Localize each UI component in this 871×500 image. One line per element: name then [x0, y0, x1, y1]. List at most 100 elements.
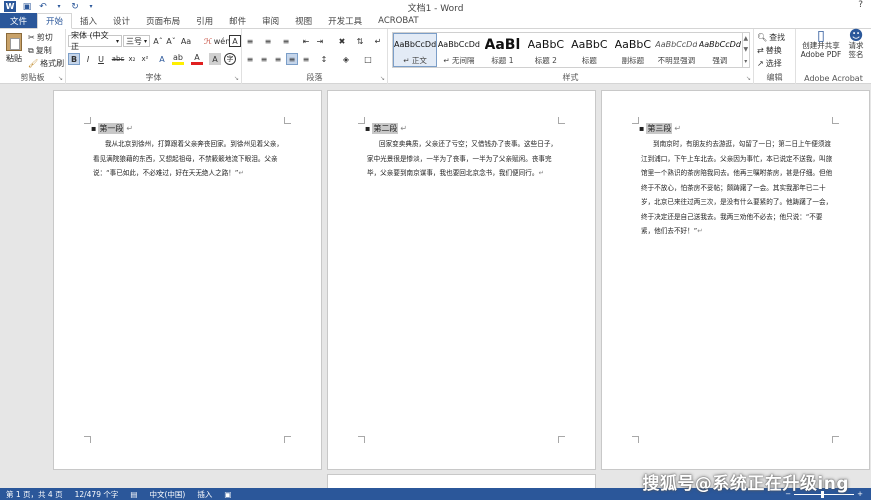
align-right-icon[interactable]: ≡	[272, 53, 284, 65]
page-count[interactable]: 第 1 页，共 4 页	[0, 489, 69, 500]
tab-page-layout[interactable]: 页面布局	[138, 13, 188, 28]
font-color-icon[interactable]: A	[191, 53, 203, 65]
borders-icon[interactable]: □	[362, 53, 374, 65]
word-app-icon[interactable]: W	[4, 1, 16, 12]
style-heading-1[interactable]: AaBl 标题 1	[481, 33, 524, 67]
subscript-icon[interactable]: x₂	[126, 53, 138, 65]
paragraph-heading[interactable]: ▪ 第一段 ↵	[91, 123, 133, 134]
redo-icon[interactable]: ↻	[70, 2, 80, 12]
enclose-characters-icon[interactable]: 字	[224, 53, 236, 65]
grow-font-icon[interactable]: Aˆ	[152, 35, 164, 47]
scroll-up-icon[interactable]: ▲	[743, 35, 748, 42]
clipboard-launcher-icon[interactable]: ↘	[58, 75, 63, 82]
paragraph-mark-icon: ↵	[697, 227, 703, 235]
cut-button[interactable]: ✂ 剪切	[28, 32, 53, 43]
save-icon[interactable]: ▣	[22, 2, 32, 12]
style-no-spacing[interactable]: AaBbCcDd ↵ 无间隔	[437, 33, 480, 67]
superscript-icon[interactable]: x²	[139, 53, 151, 65]
numbering-icon[interactable]: ≡	[262, 35, 274, 47]
font-name-select[interactable]: 宋体 (中文正 ▾	[68, 31, 122, 51]
margin-mark	[558, 436, 565, 443]
page-3[interactable]: ▪ 第三段 ↵ 到南京时，有朋友约去游逛，勾留了一日；第二日上午便须渡江到浦口，…	[601, 90, 870, 470]
document-area[interactable]: ▪ 第一段 ↵ 我从北京到徐州，打算跟着父亲奔丧回家。到徐州见着父亲，看见满院狼…	[0, 84, 871, 488]
page-2[interactable]: ▪ 第二段 ↵ 回家变卖典质，父亲还了亏空；又借钱办了丧事。这些日子，家中光景很…	[327, 90, 596, 470]
strikethrough-icon[interactable]: abc	[112, 53, 125, 65]
decrease-indent-icon[interactable]: ⇤	[300, 35, 312, 47]
paste-button[interactable]: 粘贴	[3, 31, 25, 69]
paragraph-body[interactable]: 我从北京到徐州，打算跟着父亲奔丧回家。到徐州见着父亲，看见满院狼藉的东西，又想起…	[93, 137, 287, 181]
highlight-color-icon[interactable]: ab	[172, 53, 184, 65]
undo-icon[interactable]: ↶	[38, 2, 48, 12]
paragraph-launcher-icon[interactable]: ↘	[380, 75, 385, 82]
justify-icon[interactable]: ≡	[286, 53, 298, 65]
style-emphasis[interactable]: AaBbCcDd 强调	[698, 33, 741, 67]
align-center-icon[interactable]: ≡	[258, 53, 270, 65]
tab-design[interactable]: 设计	[105, 13, 138, 28]
style-title[interactable]: AaBbC 标题	[568, 33, 611, 67]
undo-dropdown-icon[interactable]: ▾	[54, 2, 64, 12]
tab-developer[interactable]: 开发工具	[320, 13, 370, 28]
help-button[interactable]: ?	[858, 0, 863, 10]
asian-layout-icon[interactable]: ✖	[336, 35, 348, 47]
customize-toolbar-icon[interactable]: ▾	[86, 2, 96, 12]
show-marks-icon[interactable]: ↵	[372, 35, 384, 47]
insert-mode[interactable]: 插入	[191, 489, 218, 500]
tab-file[interactable]: 文件	[0, 13, 38, 28]
character-shading-icon[interactable]: A	[209, 53, 221, 65]
styles-launcher-icon[interactable]: ↘	[746, 75, 751, 82]
paragraph-group: ≡ ≡ ≡ ⇤ ⇥ ✖ ⇅ ↵ ≡ ≡ ≡ ≡ ≡ ↕ ◈ □ 段落 ↘	[242, 29, 388, 84]
select-button[interactable]: ↗ 选择	[757, 58, 782, 69]
tab-review[interactable]: 审阅	[254, 13, 287, 28]
page-4[interactable]	[327, 474, 596, 488]
style-normal[interactable]: AaBbCcDd ↵ 正文	[393, 33, 438, 67]
shrink-font-icon[interactable]: Aˇ	[165, 35, 177, 47]
scroll-down-icon[interactable]: ▼	[743, 46, 748, 53]
style-subtle-emphasis[interactable]: AaBbCcDd 不明显强调	[655, 33, 698, 67]
change-case-icon[interactable]: Aa	[180, 35, 192, 47]
clear-formatting-icon[interactable]: ℋ	[202, 35, 214, 47]
multilevel-list-icon[interactable]: ≡	[280, 35, 292, 47]
character-border-icon[interactable]: A	[229, 35, 241, 47]
macro-record-icon[interactable]: ▣	[218, 490, 237, 499]
tab-insert[interactable]: 插入	[72, 13, 105, 28]
editing-group: 🔍︎ 查找 ⇄ 替换 ↗ 选择 编辑	[754, 29, 796, 84]
increase-indent-icon[interactable]: ⇥	[314, 35, 326, 47]
text-effects-icon[interactable]: A	[156, 53, 168, 65]
distributed-icon[interactable]: ≡	[300, 53, 312, 65]
more-styles-icon[interactable]: ▾	[744, 58, 747, 65]
style-subtitle[interactable]: AaBbC 副标题	[611, 33, 654, 67]
paragraph-heading[interactable]: ▪ 第三段 ↵	[639, 123, 681, 134]
style-heading-2[interactable]: AaBbC 标题 2	[524, 33, 567, 67]
italic-icon[interactable]: I	[82, 53, 94, 65]
format-painter-button[interactable]: 🖌 格式刷	[28, 58, 64, 69]
bullets-icon[interactable]: ≡	[244, 35, 256, 47]
proofing-icon[interactable]: ▤	[124, 490, 143, 499]
tab-home[interactable]: 开始	[37, 13, 73, 29]
tab-references[interactable]: 引用	[188, 13, 221, 28]
find-button[interactable]: 🔍︎ 查找	[757, 32, 785, 43]
request-signature-button[interactable]: ☻ 请求 签名	[844, 29, 868, 59]
margin-mark	[284, 117, 291, 124]
paragraph-body[interactable]: 回家变卖典质，父亲还了亏空；又借钱办了丧事。这些日子，家中光景很是惨淡，一半为了…	[367, 137, 561, 181]
font-size-select[interactable]: 三号 ▾	[123, 35, 150, 47]
replace-button[interactable]: ⇄ 替换	[757, 45, 782, 56]
copy-button[interactable]: ⧉ 复制	[28, 45, 52, 56]
sort-icon[interactable]: ⇅	[354, 35, 366, 47]
underline-icon[interactable]: U	[95, 53, 107, 65]
font-launcher-icon[interactable]: ↘	[234, 75, 239, 82]
page-1[interactable]: ▪ 第一段 ↵ 我从北京到徐州，打算跟着父亲奔丧回家。到徐州见着父亲，看见满院狼…	[53, 90, 322, 470]
create-share-pdf-button[interactable]: ▯ 创建并共享 Adobe PDF	[800, 29, 842, 59]
shading-icon[interactable]: ◈	[340, 53, 352, 65]
bold-icon[interactable]: B	[68, 53, 80, 65]
tab-mailings[interactable]: 邮件	[221, 13, 254, 28]
paragraph-heading[interactable]: ▪ 第二段 ↵	[365, 123, 407, 134]
word-count[interactable]: 12/479 个字	[69, 489, 125, 500]
phonetic-guide-icon[interactable]: wén	[214, 35, 231, 47]
tab-view[interactable]: 视图	[287, 13, 320, 28]
paragraph-body[interactable]: 到南京时，有朋友约去游逛，勾留了一日；第二日上午便须渡江到浦口，下午上车北去。父…	[641, 137, 835, 239]
align-left-icon[interactable]: ≡	[244, 53, 256, 65]
zoom-in-icon[interactable]: +	[857, 490, 863, 498]
language[interactable]: 中文(中国)	[143, 489, 191, 500]
tab-acrobat[interactable]: ACROBAT	[370, 13, 426, 28]
line-spacing-icon[interactable]: ↕	[318, 53, 330, 65]
